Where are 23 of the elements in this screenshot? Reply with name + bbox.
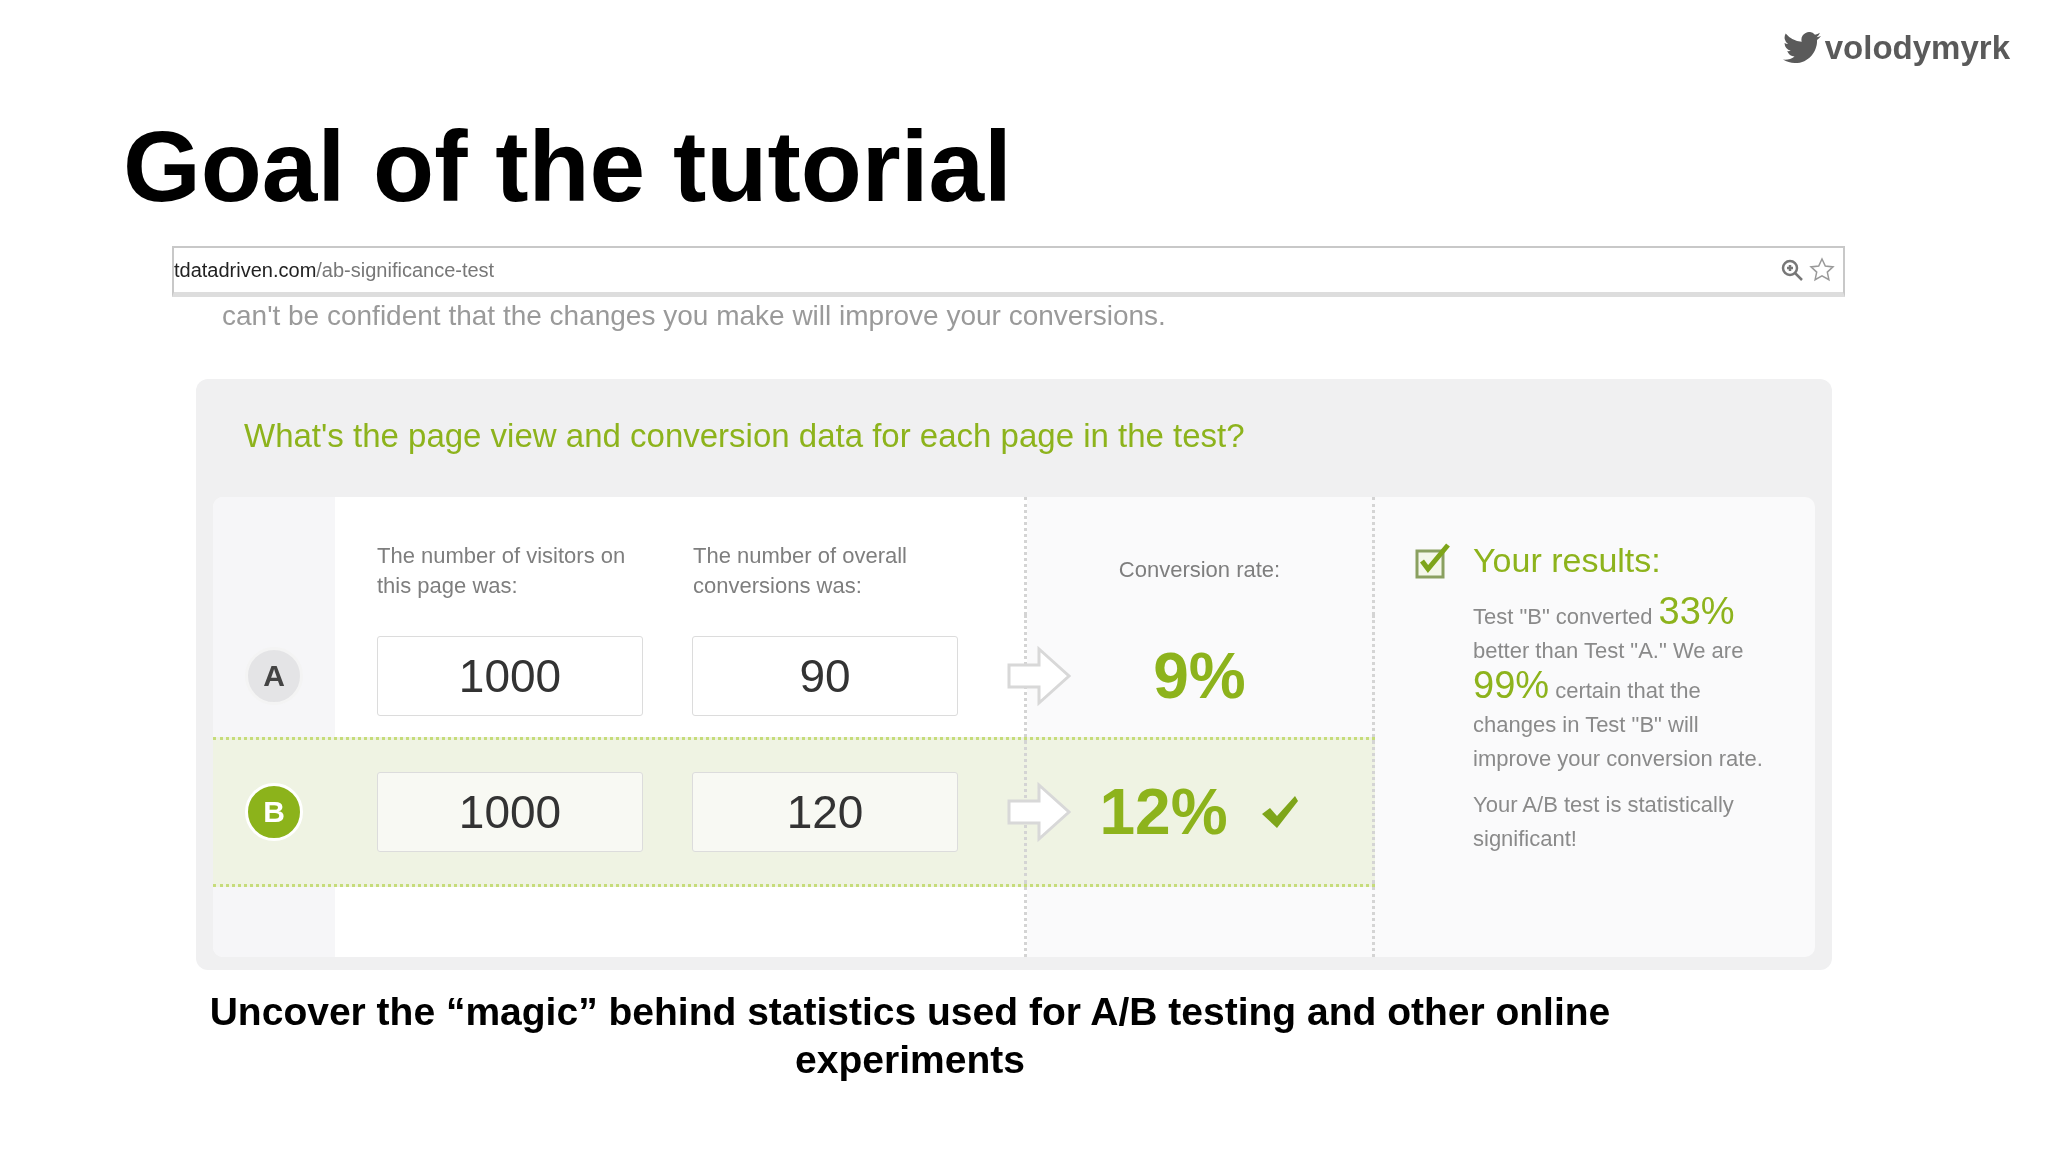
question-text: What's the page view and conversion data for each page in the test? <box>243 416 1246 456</box>
visitors-field[interactable]: 1000 <box>377 772 643 852</box>
visitors-field[interactable]: 1000 <box>377 636 643 716</box>
address-bar[interactable]: tdatadriven.com/ab-significance-test <box>172 246 1845 297</box>
star-icon[interactable] <box>1809 257 1835 283</box>
conversion-rate: 12% <box>1099 775 1228 849</box>
conversions-field[interactable]: 120 <box>692 772 958 852</box>
slide-title: Goal of the tutorial <box>123 116 1013 216</box>
intro-text: can't be confident that the changes you make will improve your conversions. <box>222 299 1167 333</box>
results-heading: Your results: <box>1473 541 1661 580</box>
twitter-handle: volodymyrk <box>1824 29 2010 67</box>
variant-badge: B <box>245 783 303 841</box>
bird-icon <box>1782 32 1821 64</box>
conversion-rate: 9% <box>1153 639 1246 713</box>
slide-caption: Uncover the “magic” behind statistics used for A/B testing and other online experiments <box>208 989 1612 1083</box>
variant-badge: A <box>245 647 303 705</box>
significance-text: Your A/B test is statistically significant! <box>1473 791 1735 853</box>
zoom-icon[interactable] <box>1779 257 1805 283</box>
column-header: The number of visitors on this page was: <box>377 542 627 600</box>
column-header: Conversion rate: <box>1118 556 1281 584</box>
column-header: The number of overall conversions was: <box>693 542 908 600</box>
results-text: Test "B" converted 33% better than Test "A." We are 99% certain that the changes in Test "B" will improve your conversion rate. <box>1473 594 1764 773</box>
conversions-field[interactable]: 90 <box>692 636 958 716</box>
